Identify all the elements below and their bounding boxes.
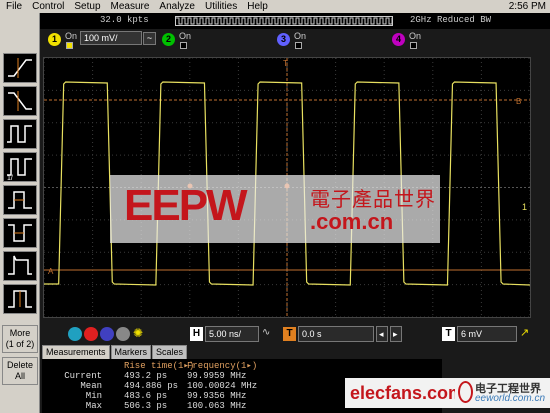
channel-1-coupling-icon[interactable]: ~ <box>143 32 156 45</box>
menu-control[interactable]: Control <box>32 1 64 12</box>
rise-value: 506.3 ps <box>124 401 168 411</box>
eeworld-watermark: 电子工程世界 eeworld.com.cn <box>455 378 550 408</box>
channel-2-badge[interactable]: 2 <box>162 33 175 46</box>
more-label: More <box>9 328 31 338</box>
positive-width-measure-icon[interactable] <box>3 185 37 215</box>
rise-value: 494.886 ps <box>124 381 179 391</box>
more-page: (1 of 2) <box>5 339 35 349</box>
channel-3-on-label: On <box>294 31 307 41</box>
rise-value: 483.6 ps <box>124 391 168 401</box>
channel-3-badge[interactable]: 3 <box>277 33 290 46</box>
auto-scale-icon[interactable] <box>100 327 114 341</box>
bandwidth-label: 2GHz Reduced BW <box>410 15 492 25</box>
elecfans-watermark: elecfans.com <box>345 378 464 408</box>
overshoot-measure-icon[interactable] <box>3 251 37 281</box>
timebase-overview-bar <box>175 16 395 26</box>
channel-1-scale-field[interactable]: 100 mV/ <box>80 31 142 45</box>
channel-4-checkbox[interactable] <box>410 42 417 49</box>
menu-measure[interactable]: Measure <box>111 1 150 12</box>
rise-value: 493.2 ps <box>124 371 168 381</box>
marker-b-label: B <box>516 97 521 106</box>
channel-4-badge[interactable]: 4 <box>392 33 405 46</box>
svg-text:1/: 1/ <box>7 175 13 181</box>
brightness-icon[interactable]: ✺ <box>133 326 143 340</box>
print-icon[interactable] <box>116 327 130 341</box>
channel-1-on-label: On <box>65 31 78 41</box>
delay-left-arrow-icon[interactable]: ◂ <box>376 326 388 342</box>
marker-a-label: A <box>48 267 54 276</box>
channel-2-on-label: On <box>179 31 192 41</box>
rise-time-measure-icon[interactable] <box>3 53 37 83</box>
acquisition-bar: 32.0 kpts 2GHz Reduced BW <box>40 13 550 29</box>
delay-right-arrow-icon[interactable]: ▸ <box>390 326 402 342</box>
run-stop-icon[interactable] <box>68 327 82 341</box>
rise-time-header: Rise time(1▸) <box>124 361 195 371</box>
control-row: ✺ H 5.00 ns/ ∿ T 0.0 s ◂ ▸ T 6 mV ↗ <box>40 324 550 344</box>
elecfans-text: elecfans.com <box>350 383 465 403</box>
left-toolbar: 1/ More (1 of 2) Delete All <box>0 13 40 413</box>
eepw-com-text: .com.cn <box>310 209 394 234</box>
trigger-slope-icon[interactable]: ↗ <box>520 326 529 339</box>
row-label: Mean <box>80 381 102 391</box>
channel-2-checkbox[interactable] <box>180 42 187 49</box>
tab-scales[interactable]: Scales <box>152 345 188 359</box>
trigger-level-field[interactable]: 6 mV <box>457 326 517 342</box>
bottom-tabs: Measurements Markers Scales <box>42 345 188 359</box>
freq-value: 100.00024 MHz <box>187 381 258 391</box>
channel-1-badge[interactable]: 1 <box>48 33 61 46</box>
negative-width-measure-icon[interactable] <box>3 218 37 248</box>
channel-3-checkbox[interactable] <box>295 42 302 49</box>
menu-analyze[interactable]: Analyze <box>159 1 195 12</box>
frequency-header: Frequency(1▸) <box>187 361 258 371</box>
clock: 2:56 PM <box>508 1 546 12</box>
eeworld-logo-icon <box>458 381 473 403</box>
eeworld-en-text: eeworld.com.cn <box>475 393 546 404</box>
channel-4-on-label: On <box>409 31 422 41</box>
period-measure-icon[interactable] <box>3 119 37 149</box>
menu-utilities[interactable]: Utilities <box>205 1 237 12</box>
menu-file[interactable]: File <box>6 1 22 12</box>
horizontal-adjust-icon[interactable]: ∿ <box>262 327 270 338</box>
eepw-logo-text: EEPW <box>124 181 248 230</box>
freq-value: 100.063 MHz <box>187 401 247 411</box>
menu-help[interactable]: Help <box>247 1 268 12</box>
amplitude-measure-icon[interactable] <box>3 284 37 314</box>
eepw-cn-text: 電子產品世界 <box>310 189 436 211</box>
delay-field[interactable]: 0.0 s <box>298 326 374 342</box>
row-label: Current <box>64 371 102 381</box>
freq-value: 99.9959 MHz <box>187 371 247 381</box>
trigger-label: T <box>442 327 455 341</box>
points-label: 32.0 kpts <box>100 15 149 25</box>
single-acquire-icon[interactable] <box>84 327 98 341</box>
menu-bar: File Control Setup Measure Analyze Utili… <box>0 0 550 13</box>
delete-all-button[interactable]: Delete All <box>2 357 38 385</box>
fall-time-measure-icon[interactable] <box>3 86 37 116</box>
menu-setup[interactable]: Setup <box>74 1 100 12</box>
frequency-measure-icon[interactable]: 1/ <box>3 152 37 182</box>
horizontal-label: H <box>190 327 203 341</box>
freq-value: 99.9356 MHz <box>187 391 247 401</box>
channel-1-checkbox[interactable] <box>66 42 73 49</box>
eepw-watermark: EEPW 電子產品世界 .com.cn <box>110 175 440 243</box>
more-button[interactable]: More (1 of 2) <box>2 325 38 353</box>
row-label: Max <box>85 401 102 411</box>
tab-measurements[interactable]: Measurements <box>42 345 110 359</box>
horizontal-scale-field[interactable]: 5.00 ns/ <box>205 326 259 342</box>
row-label: Min <box>85 391 102 401</box>
tab-markers[interactable]: Markers <box>110 345 152 359</box>
trigger-marker-top: T <box>283 59 288 68</box>
channel-1-ground-marker: 1 <box>522 202 527 212</box>
delay-label: T <box>283 327 296 341</box>
channel-row: 1 On 100 mV/ ~ 2 On 3 On 4 On <box>40 29 550 55</box>
